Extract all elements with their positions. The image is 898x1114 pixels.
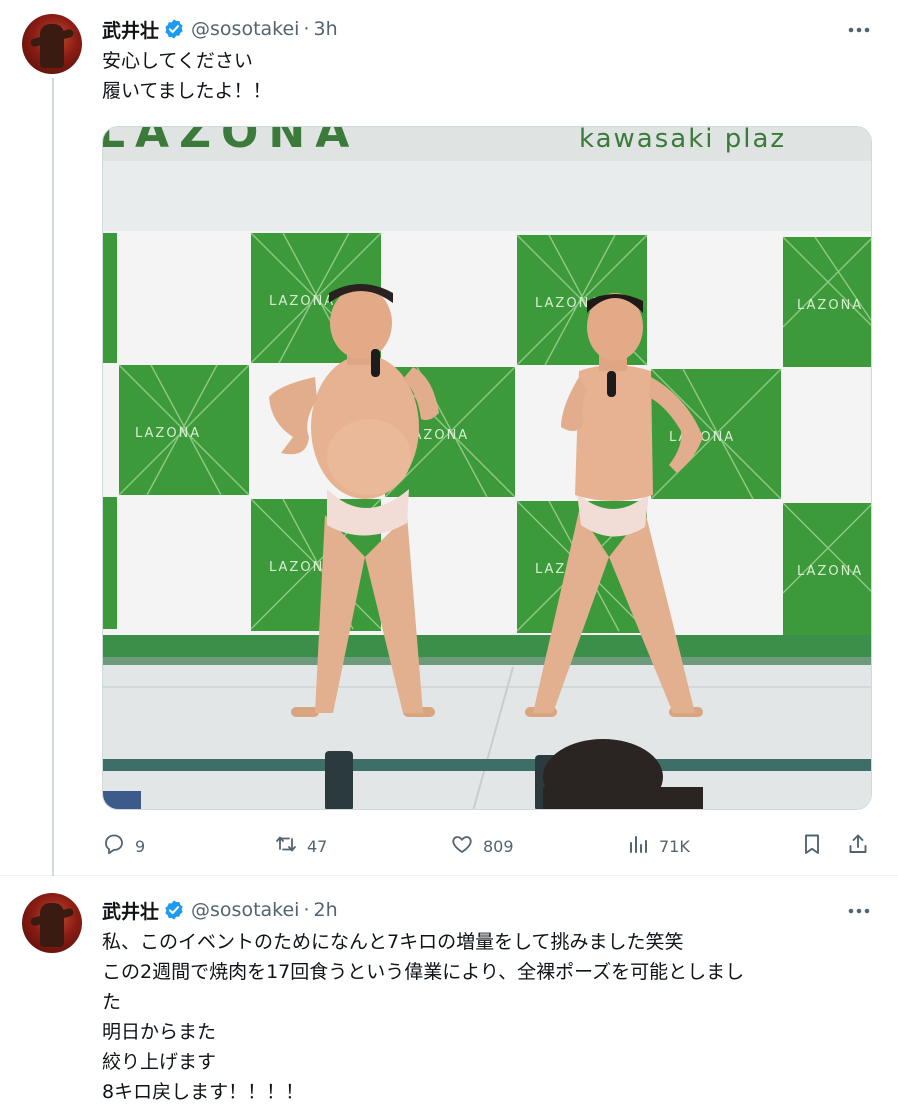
more-dots-icon[interactable]	[846, 901, 872, 921]
retweet-button[interactable]: 47	[274, 826, 327, 866]
avatar[interactable]	[22, 14, 82, 74]
like-count: 809	[483, 836, 514, 856]
tweet-text-line: 8キロ戻します！！！！	[102, 1081, 305, 1103]
tweet-text-line: 明日からまた	[102, 1021, 217, 1043]
bookmark-button[interactable]	[800, 826, 824, 866]
reply-bubble-icon	[102, 832, 126, 860]
like-button[interactable]: 809	[450, 826, 514, 866]
tweet[interactable]: 武井壮 @sosotakei · 2h 私、このイベントのためになんと7キロの増…	[0, 877, 898, 1114]
tweet-header: 武井壮 @sosotakei · 2h	[102, 895, 338, 925]
tweet-text-line: この2週間で焼肉を17回食うという偉業により、全裸ポーズを可能としまし	[102, 961, 745, 983]
avatar[interactable]	[22, 893, 82, 953]
banner-logo-text: LAZONA	[103, 127, 359, 158]
views-button[interactable]: 71K	[626, 826, 690, 866]
views-bars-icon	[626, 832, 650, 860]
tile-logo-text: LAZONA	[797, 564, 863, 579]
view-count: 71K	[659, 836, 690, 856]
tweet-text-line: 絞り上げます	[102, 1051, 217, 1073]
more-dots-icon[interactable]	[846, 20, 872, 40]
banner-subtitle-text: kawasaki plaz	[579, 127, 786, 154]
verified-badge-icon	[163, 899, 185, 921]
user-handle[interactable]: @sosotakei	[191, 18, 299, 40]
tweet-text: 私、このイベントのためになんと7キロの増量をして挑みました笑笑 この2週間で焼肉…	[102, 927, 872, 1107]
timestamp[interactable]: 2h	[314, 899, 338, 921]
tweet-text-line: 私、このイベントのためになんと7キロの増量をして挑みました笑笑	[102, 931, 684, 953]
retweet-icon	[274, 832, 298, 860]
display-name[interactable]: 武井壮	[102, 897, 159, 924]
separator-dot: ·	[303, 18, 310, 40]
share-button[interactable]	[846, 826, 870, 866]
display-name[interactable]: 武井壮	[102, 16, 159, 43]
heart-icon	[450, 832, 474, 860]
tweet-photo[interactable]: LAZONA kawasaki plaz LAZONA LAZONA LAZON…	[102, 126, 872, 810]
tweet-text-line: 安心してください	[102, 50, 253, 72]
tweet-text: 安心してください 履いてましたよ！！	[102, 46, 872, 106]
tile-logo-text: LAZONA	[797, 298, 863, 313]
reply-count: 9	[135, 836, 146, 856]
thread-connector-line	[52, 78, 54, 876]
tweet-action-bar: 9 47 809 71K	[102, 826, 872, 866]
tile-logo-text: LAZONA	[269, 294, 335, 309]
retweet-count: 47	[307, 836, 328, 856]
separator-dot: ·	[303, 899, 310, 921]
timestamp[interactable]: 3h	[314, 18, 338, 40]
user-handle[interactable]: @sosotakei	[191, 899, 299, 921]
tweet-text-line: た	[102, 991, 122, 1013]
tile-logo-text: LAZONA	[135, 426, 201, 441]
share-icon	[846, 832, 870, 860]
verified-badge-icon	[163, 18, 185, 40]
tweet[interactable]: 武井壮 @sosotakei · 3h 安心してください 履いてましたよ！！ L…	[0, 0, 898, 876]
reply-button[interactable]: 9	[102, 826, 145, 866]
tweet-header: 武井壮 @sosotakei · 3h	[102, 14, 338, 44]
bookmark-icon	[800, 832, 824, 860]
tweet-text-line: 履いてましたよ！！	[102, 80, 272, 102]
